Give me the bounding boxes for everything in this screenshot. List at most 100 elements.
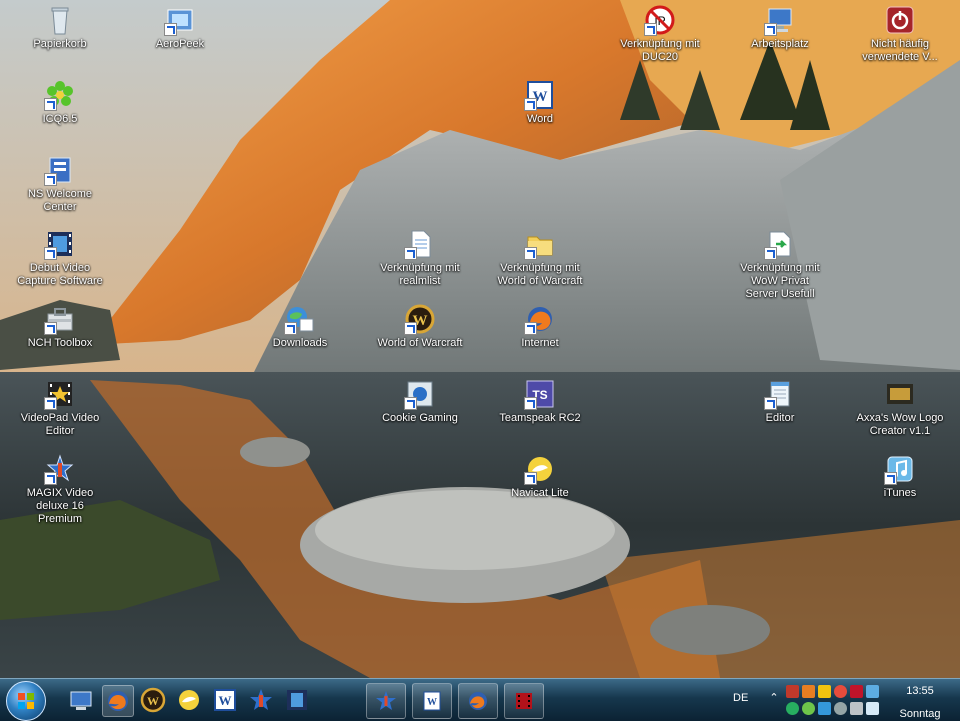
- language-indicator[interactable]: DE: [733, 692, 748, 704]
- desktop-icon-internet[interactable]: Internet: [492, 303, 588, 350]
- folder-icon: [524, 228, 556, 260]
- text-file-icon: [404, 228, 436, 260]
- desktop-icon-nch-toolbox[interactable]: NCH Toolbox: [12, 303, 108, 350]
- recycle-bin-icon: [44, 4, 76, 36]
- shortcut-arrow-icon: [524, 98, 537, 111]
- shortcut-arrow-icon: [404, 322, 417, 335]
- desktop-icon-duc20[interactable]: IP Verknüpfung mit DUC20: [612, 4, 708, 64]
- icon-label: VideoPad Video Editor: [20, 412, 100, 437]
- desktop-icon-downloads[interactable]: Downloads: [252, 303, 348, 350]
- tray-settings-icon[interactable]: [834, 702, 847, 715]
- desktop-icon-debut[interactable]: Debut Video Capture Software: [12, 228, 108, 288]
- shortcut-arrow-icon: [44, 173, 57, 186]
- icon-label: Arbeitsplatz: [751, 38, 809, 50]
- desktop-icon-cookie-gaming[interactable]: Cookie Gaming: [372, 378, 468, 425]
- desktop-icon-world-of-warcraft[interactable]: W World of Warcraft: [372, 303, 468, 350]
- shortcut-arrow-icon: [764, 247, 777, 260]
- desktop-icon-navicat[interactable]: Navicat Lite: [492, 453, 588, 500]
- tray-icq-icon[interactable]: [802, 702, 815, 715]
- task-button-word[interactable]: W: [412, 683, 452, 719]
- windows-logo-icon: [18, 693, 34, 709]
- shortcut-arrow-icon: [44, 322, 57, 335]
- tray-network-icon[interactable]: [866, 685, 879, 698]
- welcome-center-icon: [44, 154, 76, 186]
- tray-filmstrip-icon[interactable]: [786, 685, 799, 698]
- desktop-icon-papierkorb[interactable]: Papierkorb: [12, 4, 108, 51]
- icon-label: Papierkorb: [33, 38, 87, 50]
- icon-label: Debut Video Capture Software: [17, 262, 103, 287]
- task-button-magix[interactable]: [366, 683, 406, 719]
- icon-label: World of Warcraft: [377, 337, 463, 349]
- taskbar: W W W DE ⌃ 13:55 Sonntag: [0, 678, 960, 721]
- desktop-icon-aeropeek[interactable]: AeroPeek: [132, 4, 228, 51]
- shortcut-arrow-icon: [524, 472, 537, 485]
- quicklaunch-debut[interactable]: [282, 685, 312, 715]
- itunes-icon: [884, 453, 916, 485]
- icon-label: Navicat Lite: [511, 487, 569, 499]
- desktop-icon-editor[interactable]: Editor: [732, 378, 828, 425]
- desktop-icon-magix[interactable]: MAGIX Video deluxe 16 Premium: [12, 453, 108, 526]
- downloads-globe-icon: [284, 303, 316, 335]
- icon-label: MAGIX Video deluxe 16 Premium: [26, 487, 94, 525]
- computer-icon: [764, 4, 796, 36]
- task-button-recorder[interactable]: [504, 683, 544, 719]
- quicklaunch-wow[interactable]: W: [138, 685, 168, 715]
- start-button[interactable]: [6, 681, 46, 721]
- duc-shortcut-icon: IP: [644, 4, 676, 36]
- navicat-icon: [524, 453, 556, 485]
- desktop: Papierkorb AeroPeek IP Verknüpfung mit D…: [0, 0, 960, 678]
- tray-green-check-icon[interactable]: [786, 702, 799, 715]
- quicklaunch-word[interactable]: W: [210, 685, 240, 715]
- shortcut-arrow-icon: [164, 23, 177, 36]
- shortcut-arrow-icon: [404, 247, 417, 260]
- quicklaunch-navicat[interactable]: [174, 685, 204, 715]
- desktop-icon-nicht-haeufig[interactable]: Nicht häufig verwendete V...: [852, 4, 948, 64]
- cookie-gaming-icon: [404, 378, 436, 410]
- desktop-icon-wow-folder[interactable]: Verknüpfung mit World of Warcraft: [492, 228, 588, 288]
- tray-update-icon[interactable]: [818, 702, 831, 715]
- svg-text:W: W: [147, 694, 159, 708]
- desktop-icon-teamspeak[interactable]: TS Teamspeak RC2: [492, 378, 588, 425]
- icon-label: Axxa's Wow Logo Creator v1.1: [856, 412, 944, 437]
- quicklaunch-firefox[interactable]: [102, 685, 134, 717]
- power-icon: [884, 4, 916, 36]
- shortcut-arrow-icon: [284, 322, 297, 335]
- quicklaunch-show-desktop[interactable]: [66, 685, 96, 715]
- teamspeak-icon: TS: [524, 378, 556, 410]
- shortcut-arrow-icon: [44, 98, 57, 111]
- desktop-icon-ns-welcome[interactable]: NS Welcome Center: [12, 154, 108, 214]
- magix-icon: [376, 691, 396, 710]
- tray-monitor-icon[interactable]: [866, 702, 879, 715]
- word-document-icon: W: [423, 691, 441, 711]
- tray-expand-chevron-icon[interactable]: ⌃: [768, 691, 780, 705]
- desktop-icon-word[interactable]: W Word: [492, 79, 588, 126]
- shortcut-arrow-icon: [524, 247, 537, 260]
- shortcut-arrow-icon: [644, 23, 657, 36]
- quicklaunch-magix[interactable]: [246, 685, 276, 715]
- wow-icon: W: [404, 303, 436, 335]
- icon-label: Verknüpfung mit WoW Privat Server Useful…: [740, 262, 820, 300]
- document-arrow-icon: [764, 228, 796, 260]
- wow-icon: W: [140, 687, 166, 713]
- tray-error-icon[interactable]: [834, 685, 847, 698]
- icon-label: NCH Toolbox: [27, 337, 93, 349]
- tray-ati-icon[interactable]: [850, 685, 863, 698]
- magix-icon: [250, 689, 272, 710]
- svg-text:W: W: [427, 697, 437, 708]
- tray-volume-icon[interactable]: [850, 702, 863, 715]
- desktop-icon-icq[interactable]: ICQ6.5: [12, 79, 108, 126]
- desktop-icon-wow-privat[interactable]: Verknüpfung mit WoW Privat Server Useful…: [732, 228, 828, 301]
- icon-label: Downloads: [272, 337, 328, 349]
- desktop-icon-itunes[interactable]: iTunes: [852, 453, 948, 500]
- clock[interactable]: 13:55 Sonntag: [888, 684, 952, 722]
- svg-text:W: W: [219, 693, 232, 708]
- task-button-firefox[interactable]: [458, 683, 498, 719]
- tray-orange-app-icon[interactable]: [802, 685, 815, 698]
- tray-shield-icon[interactable]: [818, 685, 831, 698]
- aeropeek-shortcut-icon: [164, 4, 196, 36]
- desktop-icon-realmlist[interactable]: Verknüpfung mit realmlist: [372, 228, 468, 288]
- desktop-icon-wow-logo-creator[interactable]: Axxa's Wow Logo Creator v1.1: [852, 378, 948, 438]
- shortcut-arrow-icon: [524, 322, 537, 335]
- desktop-icon-arbeitsplatz[interactable]: Arbeitsplatz: [732, 4, 828, 51]
- desktop-icon-videopad[interactable]: VideoPad Video Editor: [12, 378, 108, 438]
